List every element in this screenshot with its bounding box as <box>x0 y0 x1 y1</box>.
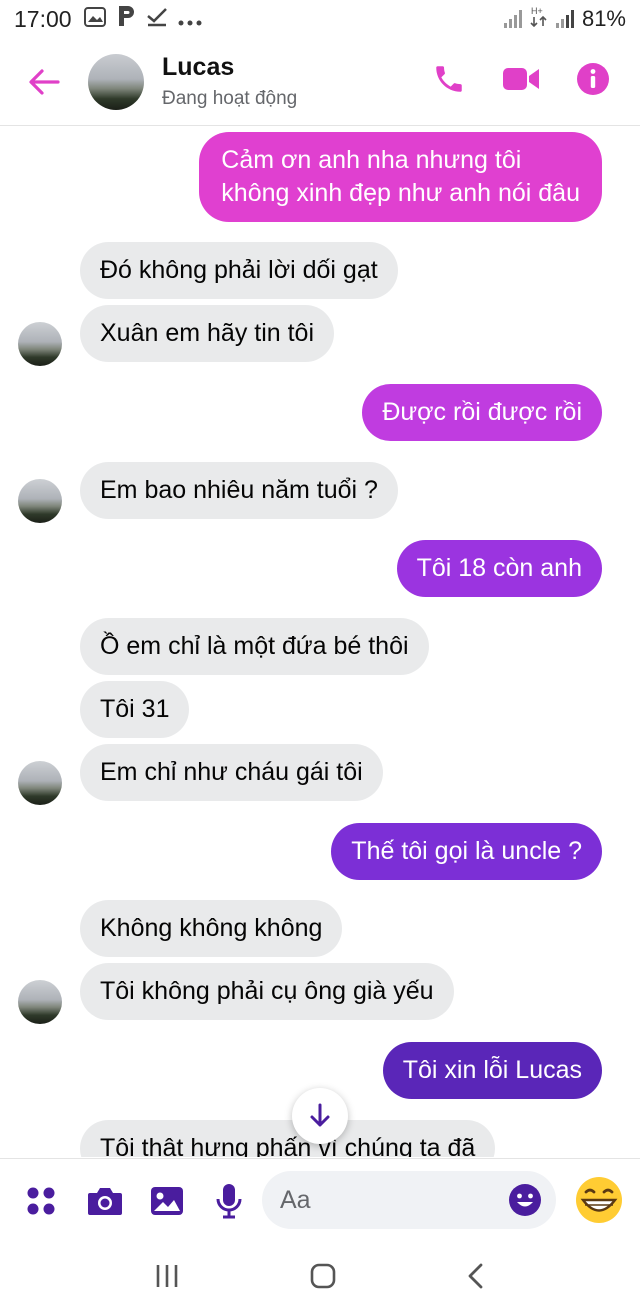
four-dots-icon <box>27 1187 55 1214</box>
nav-back-icon <box>468 1263 483 1289</box>
gallery-button[interactable] <box>146 1180 188 1222</box>
message-text: Cảm ơn anh nha nhưng tôi <box>221 146 522 174</box>
message-bubble-incoming[interactable]: Tôi 31 <box>80 681 190 738</box>
message-thread[interactable]: Cảm ơn anh nha nhưng tôi không xinh đẹp … <box>0 127 640 1157</box>
info-icon <box>577 63 609 95</box>
message-bubble-incoming[interactable]: Tôi không phải cụ ông già yếu <box>80 963 454 1020</box>
video-call-button[interactable] <box>502 65 540 98</box>
message-bubble-outgoing[interactable]: Thế tôi gọi là uncle ? <box>331 823 602 880</box>
status-time: 17:00 <box>14 5 72 32</box>
message-bubble-outgoing[interactable]: Tôi 18 còn anh <box>396 540 602 597</box>
message-bubble-outgoing[interactable]: Tôi xin lỗi Lucas <box>382 1042 602 1099</box>
back-button[interactable] <box>14 52 74 112</box>
smiley-icon <box>509 1184 541 1216</box>
message-bubble-incoming[interactable]: Ồ em chỉ là một đứa bé thôi <box>80 618 429 675</box>
message-text: Tôi 31 <box>100 695 170 723</box>
home-icon <box>310 1263 336 1289</box>
message-text: Ồ em chỉ là một đứa bé thôi <box>100 632 409 660</box>
phone-call-button[interactable] <box>432 62 466 101</box>
message-text: Đó không phải lời dối gạt <box>100 256 378 284</box>
message-input-box[interactable] <box>262 1171 556 1229</box>
system-nav-bar <box>0 1242 640 1315</box>
contact-avatar[interactable] <box>88 53 144 110</box>
data-icon: H+ <box>530 5 548 33</box>
message-bubble-incoming[interactable]: Không không không <box>80 900 343 957</box>
status-bar: 17:00 H+ 81% <box>0 0 640 38</box>
voice-message-button[interactable] <box>208 1180 250 1222</box>
home-button[interactable] <box>309 1262 337 1295</box>
message-bubble-outgoing[interactable]: Cảm ơn anh nha nhưng tôi không xinh đẹp … <box>199 132 602 222</box>
camera-button[interactable] <box>84 1180 126 1222</box>
image-icon <box>151 1186 183 1215</box>
back-arrow-icon <box>29 68 60 95</box>
grinning-face-icon <box>576 1177 622 1223</box>
message-text: Được rồi được rồi <box>382 398 582 426</box>
signal-icon-2 <box>555 10 574 28</box>
chat-header: Lucas Đang hoạt động <box>0 38 640 126</box>
message-text: Tôi không phải cụ ông già yếu <box>100 977 434 1005</box>
message-text: Tôi 18 còn anh <box>416 554 582 582</box>
check-download-icon <box>146 6 168 33</box>
sender-avatar[interactable] <box>18 322 62 366</box>
parking-icon <box>116 5 136 33</box>
message-bubble-incoming[interactable]: Đó không phải lời dối gạt <box>80 242 398 299</box>
message-bubble-incoming[interactable]: Tôi thật hưng phấn vì chúng ta đã <box>80 1120 496 1157</box>
gallery-icon <box>83 6 106 33</box>
quick-emoji-button[interactable] <box>574 1175 624 1225</box>
more-actions-button[interactable] <box>20 1180 62 1222</box>
sender-avatar[interactable] <box>18 479 62 523</box>
presence-status: Đang hoạt động <box>162 88 298 109</box>
battery-percent: 81% <box>581 6 626 31</box>
message-text: Xuân em hãy tin tôi <box>100 319 315 347</box>
message-bubble-incoming[interactable]: Em bao nhiêu năm tuổi ? <box>80 462 398 519</box>
info-button[interactable] <box>576 62 610 101</box>
message-text: Em chỉ như cháu gái tôi <box>100 758 363 786</box>
message-input[interactable] <box>280 1185 500 1215</box>
video-camera-icon <box>503 68 539 90</box>
message-bubble-outgoing[interactable]: Được rồi được rồi <box>362 384 602 441</box>
contact-info[interactable]: Lucas Đang hoạt động <box>162 53 297 110</box>
message-text: Thế tôi gọi là uncle ? <box>351 837 582 865</box>
message-bubble-incoming[interactable]: Xuân em hãy tin tôi <box>80 305 335 362</box>
sender-avatar[interactable] <box>18 761 62 805</box>
scroll-to-bottom-button[interactable] <box>292 1088 348 1144</box>
more-dots-icon <box>178 6 202 33</box>
message-text: Tôi xin lỗi Lucas <box>402 1056 582 1084</box>
message-text: Em bao nhiêu năm tuổi ? <box>100 476 378 504</box>
microphone-icon <box>216 1183 242 1218</box>
nav-back-button[interactable] <box>466 1262 486 1295</box>
emoji-button[interactable] <box>508 1183 542 1222</box>
message-text: không xinh đẹp như anh nói đâu <box>221 179 580 207</box>
message-text: Không không không <box>100 914 323 942</box>
recent-apps-icon <box>157 1265 178 1287</box>
signal-icon <box>503 10 522 28</box>
contact-name: Lucas <box>162 53 235 81</box>
phone-icon <box>436 66 462 92</box>
arrow-down-icon <box>310 1103 330 1127</box>
sender-avatar[interactable] <box>18 980 62 1024</box>
camera-icon <box>88 1187 122 1215</box>
message-text: Tôi thật hưng phấn vì chúng ta đã <box>100 1134 476 1157</box>
svg-text:H+: H+ <box>531 6 543 16</box>
recent-apps-button[interactable] <box>154 1263 180 1294</box>
message-composer <box>0 1158 640 1242</box>
message-bubble-incoming[interactable]: Em chỉ như cháu gái tôi <box>80 744 383 801</box>
